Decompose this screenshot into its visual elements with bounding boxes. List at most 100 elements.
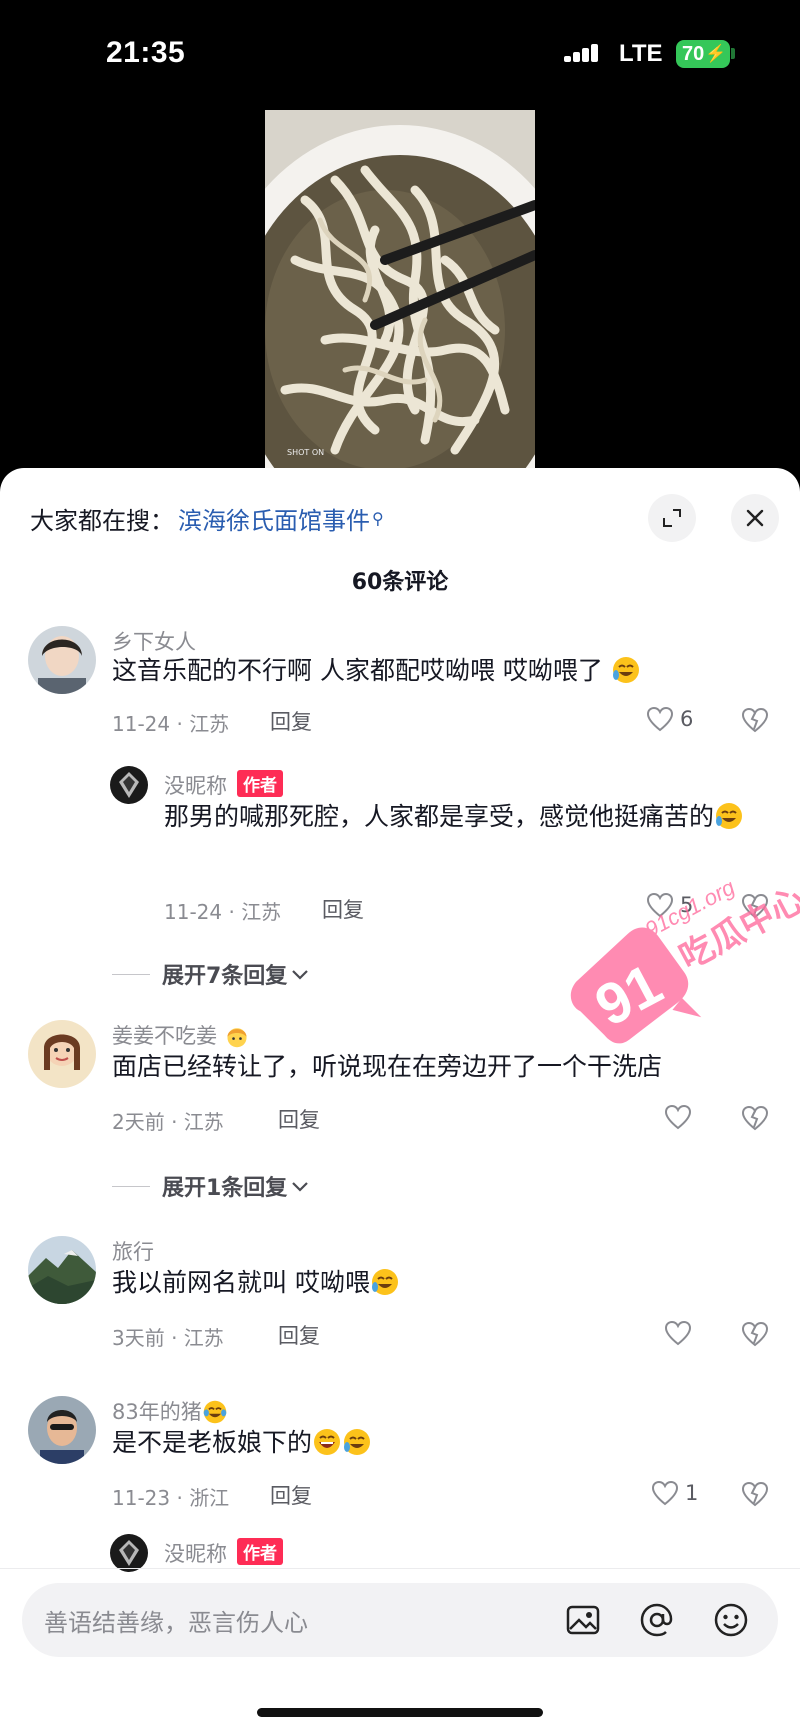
- avatar[interactable]: [28, 1020, 96, 1088]
- broken-heart-icon: [741, 1105, 769, 1131]
- broken-heart-icon: [741, 1321, 769, 1347]
- video-player[interactable]: SHOT ON: [265, 110, 535, 470]
- comment-text: 这音乐配的不行啊 人家都配哎呦喂 哎呦喂了: [112, 650, 641, 692]
- reply-username[interactable]: 没昵称: [164, 1542, 227, 1566]
- like-button[interactable]: 6: [646, 706, 693, 732]
- expand-replies-label: 展开1条回复: [162, 1176, 288, 1201]
- close-icon: [746, 509, 764, 527]
- expand-sheet-button[interactable]: [648, 494, 696, 542]
- comment-item: 乡下女人 这音乐配的不行啊 人家都配哎呦喂 哎呦喂了 11-24 · 江苏 回复…: [0, 626, 800, 756]
- laughing-crying-emoji-icon: [370, 1268, 400, 1297]
- expand-divider: [112, 973, 150, 975]
- status-bar: 21:35 LTE 70 ⚡: [0, 0, 800, 100]
- battery-level: 70: [682, 42, 705, 65]
- heart-icon: [646, 706, 674, 732]
- comment-text-content: 那男的喊那死腔，人家都是享受，感觉他挺痛苦的: [164, 802, 715, 831]
- comment-date-location: 3天前 · 江苏: [112, 1326, 224, 1350]
- reply-username[interactable]: 没昵称: [164, 774, 227, 798]
- heart-icon: [664, 1320, 692, 1346]
- heart-icon: [646, 892, 674, 918]
- avatar[interactable]: [110, 766, 148, 804]
- expand-replies-label: 展开7条回复: [162, 964, 288, 989]
- author-badge: 作者: [237, 770, 283, 797]
- comment-username-text[interactable]: 83年的猪: [112, 1400, 202, 1424]
- input-divider: [0, 1568, 800, 1569]
- comment-username-text[interactable]: 姜姜不吃姜: [112, 1024, 217, 1048]
- comment-input-placeholder: 善语结善缘，恶言伤人心: [44, 1609, 308, 1637]
- dislike-button[interactable]: [741, 1481, 769, 1511]
- laughing-crying-emoji-icon: [714, 802, 744, 831]
- battery-indicator: 70 ⚡: [676, 40, 730, 68]
- dislike-button[interactable]: [741, 1321, 769, 1351]
- broken-heart-icon: [741, 893, 769, 919]
- avatar[interactable]: [110, 1534, 148, 1572]
- broken-heart-icon: [741, 707, 769, 733]
- laughing-crying-emoji-icon: [342, 1428, 372, 1457]
- avatar[interactable]: [28, 1236, 96, 1304]
- expand-replies-button[interactable]: 展开7条回复: [112, 958, 309, 990]
- charging-icon: ⚡: [705, 44, 727, 63]
- trending-search-label: 大家都在搜：: [30, 506, 174, 535]
- comment-date-location: 11-24 · 江苏: [164, 900, 282, 924]
- heart-icon: [664, 1104, 692, 1130]
- like-count: 6: [680, 707, 694, 731]
- like-button[interactable]: [664, 1104, 692, 1130]
- girl-emoji-icon: [224, 1024, 250, 1048]
- comment-sheet: 大家都在搜： 滨海徐氏面馆事件 ⚲ 60条评论 乡下女人 这音乐配的不行啊 人家…: [0, 468, 800, 1736]
- comment-text-content: 这音乐配的不行啊 人家都配哎呦喂 哎呦喂了: [112, 656, 603, 685]
- reply-button[interactable]: 回复: [278, 1104, 320, 1134]
- comment-date-location: 11-24 · 江苏: [112, 712, 230, 736]
- comment-text-content: 我以前网名就叫 哎呦喂: [112, 1268, 370, 1297]
- search-icon: ⚲: [372, 508, 384, 528]
- comment-item: 旅行 我以前网名就叫 哎呦喂 3天前 · 江苏 回复: [0, 1236, 800, 1356]
- comment-date-location: 11-23 · 浙江: [112, 1486, 230, 1510]
- trending-search[interactable]: 大家都在搜： 滨海徐氏面馆事件 ⚲: [30, 496, 384, 540]
- battery-nub: [731, 48, 735, 59]
- like-count: 1: [685, 1481, 699, 1505]
- chevron-down-icon: [291, 1174, 309, 1199]
- avatar[interactable]: [28, 626, 96, 694]
- chevron-down-icon: [291, 962, 309, 987]
- avatar[interactable]: [28, 1396, 96, 1464]
- grinning-emoji-icon: [312, 1428, 342, 1457]
- reply-button[interactable]: 回复: [322, 894, 364, 924]
- signal-icon: [564, 42, 606, 62]
- like-button[interactable]: [664, 1320, 692, 1346]
- expand-replies-button[interactable]: 展开1条回复: [112, 1170, 309, 1202]
- image-icon[interactable]: [564, 1601, 602, 1639]
- expand-icon: [663, 509, 681, 527]
- author-badge: 作者: [237, 1538, 283, 1565]
- dislike-button[interactable]: [741, 893, 769, 923]
- comment-input[interactable]: 善语结善缘，恶言伤人心: [22, 1583, 778, 1657]
- like-button[interactable]: 5: [646, 892, 693, 918]
- comment-item: 83年的猪 是不是老板娘下的 11-23 · 浙江 回复 1: [0, 1396, 800, 1516]
- status-time: 21:35: [106, 36, 186, 69]
- dislike-button[interactable]: [741, 707, 769, 737]
- reply-button[interactable]: 回复: [278, 1320, 320, 1350]
- dislike-button[interactable]: [741, 1105, 769, 1135]
- reply-button[interactable]: 回复: [270, 706, 312, 736]
- laughing-crying-emoji-icon: [611, 656, 641, 685]
- comment-count: 60条评论: [351, 570, 449, 595]
- emoji-icon[interactable]: [712, 1601, 750, 1639]
- close-sheet-button[interactable]: [731, 494, 779, 542]
- comment-text-content: 是不是老板娘下的: [112, 1428, 313, 1457]
- like-count: 5: [680, 893, 694, 917]
- comment-text: 面店已经转让了，听说现在在旁边开了一个干洗店: [112, 1052, 663, 1081]
- like-button[interactable]: 1: [651, 1480, 698, 1506]
- comment-item: 姜姜不吃姜 面店已经转让了，听说现在在旁边开了一个干洗店 2天前 · 江苏 回复: [0, 1020, 800, 1140]
- comment-date-location: 2天前 · 江苏: [112, 1110, 224, 1134]
- svg-text:SHOT ON: SHOT ON: [287, 448, 324, 457]
- home-indicator[interactable]: [257, 1708, 543, 1717]
- expand-divider: [112, 1185, 150, 1187]
- comment-text: 是不是老板娘下的: [112, 1422, 372, 1464]
- network-type: LTE: [619, 40, 663, 67]
- reply-item: 没昵称 作者 那男的喊那死腔，人家都是享受，感觉他挺痛苦的 11-24 · 江苏 …: [0, 766, 800, 924]
- trending-search-link[interactable]: 滨海徐氏面馆事件: [178, 501, 370, 536]
- reply-button[interactable]: 回复: [270, 1480, 312, 1510]
- comment-username: 没昵称 作者: [164, 1538, 283, 1568]
- comment-text: 我以前网名就叫 哎呦喂: [112, 1262, 400, 1304]
- comment-text: 那男的喊那死腔，人家都是享受，感觉他挺痛苦的: [164, 796, 764, 838]
- mention-icon[interactable]: [638, 1601, 676, 1639]
- joy-emoji-icon: [202, 1400, 228, 1424]
